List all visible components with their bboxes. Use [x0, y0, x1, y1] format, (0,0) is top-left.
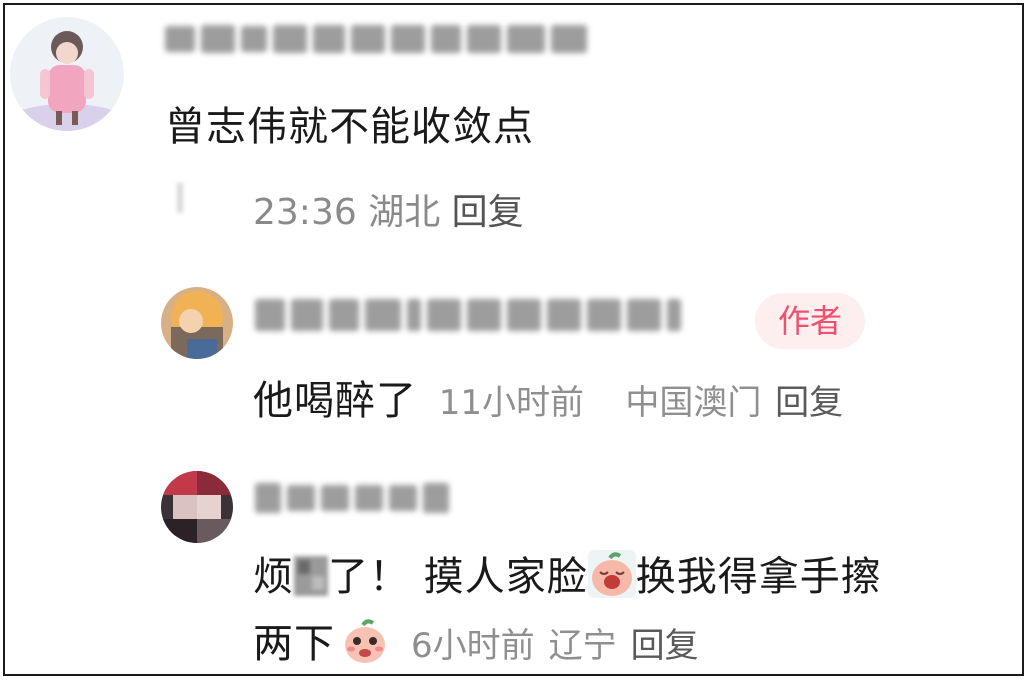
comments-screenshot-frame: 曾志伟就不能收敛点 23:36 湖北 回复 作者 他喝醉了 11小时前 中国澳门… — [3, 3, 1024, 676]
comment-time-1: 23:36 — [253, 192, 357, 233]
reply-button-2[interactable]: 回复 — [775, 383, 843, 423]
comment-text-3-line2-text: 两下 — [253, 621, 335, 667]
comment-text-1: 曾志伟就不能收敛点 — [165, 104, 534, 150]
comment-location-3: 辽宁 — [548, 626, 617, 666]
comment-location-1: 湖北 — [368, 192, 441, 233]
commenter-name-blurred-3 — [255, 483, 449, 513]
comment-text-2: 他喝醉了 — [253, 378, 417, 424]
comment-time-2: 11小时前 — [438, 383, 584, 423]
commenter-avatar-3[interactable] — [161, 471, 233, 543]
comment-text-3-line1: 烦了！ 摸人家脸 换我得拿手擦 — [253, 550, 882, 601]
reply-button-1[interactable]: 回复 — [452, 192, 524, 233]
faint-mark — [177, 183, 183, 213]
author-badge: 作者 — [755, 293, 865, 349]
censored-character — [294, 556, 328, 596]
commenter-name-blurred-2 — [255, 299, 681, 331]
reply-button-3[interactable]: 回复 — [631, 626, 699, 666]
photo-avatar-icon — [161, 471, 233, 543]
shy-peach-emoji-icon — [341, 617, 389, 665]
crying-peach-emoji-icon — [587, 550, 636, 598]
comment-text-3-line2: 两下 6小时前 辽宁 回复 — [253, 617, 699, 670]
comment-text-3-part1: 烦 — [253, 554, 294, 600]
comment-location-2: 中国澳门 — [625, 383, 762, 423]
commenter-name-blurred-1 — [165, 25, 587, 53]
commenter-avatar-1[interactable] — [10, 17, 124, 131]
comment-text-3-part2: 了！ 摸人家脸 — [328, 554, 588, 600]
comment-row-2: 他喝醉了 11小时前 中国澳门 回复 — [253, 377, 843, 427]
commenter-avatar-2[interactable] — [161, 287, 233, 359]
comment-time-3: 6小时前 — [411, 626, 535, 666]
girl-avatar-icon — [10, 17, 124, 131]
cartoon-avatar-icon — [161, 287, 233, 359]
comment-meta-1: 23:36 湖北 回复 — [253, 183, 524, 235]
comment-text-3-part3: 换我得拿手擦 — [635, 554, 882, 600]
